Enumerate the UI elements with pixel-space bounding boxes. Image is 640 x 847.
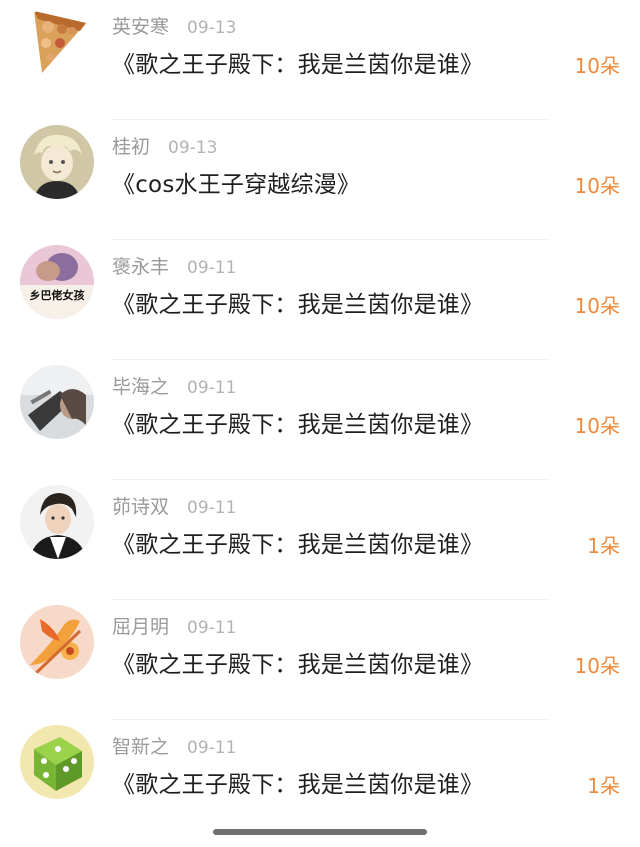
gift-amount: 10朵	[574, 654, 620, 678]
user-name[interactable]: 茆诗双	[112, 496, 169, 518]
item-date: 09-11	[187, 258, 237, 278]
list-item[interactable]: 屈月明 09-11 《歌之王子殿下：我是兰茵你是谁》 10朵	[0, 600, 640, 720]
home-indicator[interactable]	[213, 829, 427, 835]
user-name[interactable]: 英安寒	[112, 16, 169, 38]
item-meta: 桂初 09-13	[112, 132, 217, 159]
book-title[interactable]: 《歌之王子殿下：我是兰茵你是谁》	[112, 405, 483, 439]
gift-amount: 10朵	[574, 174, 620, 198]
item-meta: 褒永丰 09-11	[112, 252, 236, 279]
book-title[interactable]: 《歌之王子殿下：我是兰茵你是谁》	[112, 45, 483, 79]
user-name[interactable]: 屈月明	[112, 616, 169, 638]
item-meta: 智新之 09-11	[112, 732, 236, 759]
idol-boy-avatar[interactable]	[20, 485, 94, 559]
item-date: 09-13	[168, 138, 218, 158]
item-date: 09-11	[187, 498, 237, 518]
list-item[interactable]: 英安寒 09-13 《歌之王子殿下：我是兰茵你是谁》 10朵	[0, 0, 640, 120]
gift-record-list: 英安寒 09-13 《歌之王子殿下：我是兰茵你是谁》 10朵 桂初 09-13 《c…	[0, 0, 640, 840]
meme-girl-avatar[interactable]: 乡巴佬女孩	[20, 245, 94, 319]
item-meta: 茆诗双 09-11	[112, 492, 236, 519]
list-item[interactable]: 桂初 09-13 《cos水王子穿越综漫》 10朵	[0, 120, 640, 240]
gift-amount: 10朵	[574, 414, 620, 438]
avatar-caption: 乡巴佬女孩	[30, 288, 85, 302]
book-title[interactable]: 《cos水王子穿越综漫》	[112, 165, 360, 199]
user-name[interactable]: 褒永丰	[112, 256, 169, 278]
item-date: 09-13	[187, 18, 237, 38]
orange-flower-avatar[interactable]	[20, 605, 94, 679]
item-date: 09-11	[187, 618, 237, 638]
user-name[interactable]: 毕海之	[112, 376, 169, 398]
item-date: 09-11	[187, 738, 237, 758]
item-meta: 毕海之 09-11	[112, 372, 236, 399]
list-item[interactable]: 毕海之 09-11 《歌之王子殿下：我是兰茵你是谁》 10朵	[0, 360, 640, 480]
book-title[interactable]: 《歌之王子殿下：我是兰茵你是谁》	[112, 285, 483, 319]
book-title[interactable]: 《歌之王子殿下：我是兰茵你是谁》	[112, 765, 483, 799]
gift-amount: 10朵	[574, 294, 620, 318]
item-date: 09-11	[187, 378, 237, 398]
list-item[interactable]: 乡巴佬女孩 褒永丰 09-11 《歌之王子殿下：我是兰茵你是谁》 10朵	[0, 240, 640, 360]
gift-amount: 1朵	[587, 534, 620, 558]
gift-amount: 1朵	[587, 774, 620, 798]
list-item[interactable]: 智新之 09-11 《歌之王子殿下：我是兰茵你是谁》 1朵	[0, 720, 640, 840]
user-name[interactable]: 智新之	[112, 736, 169, 758]
anime-boy-avatar[interactable]	[20, 125, 94, 199]
list-item[interactable]: 茆诗双 09-11 《歌之王子殿下：我是兰茵你是谁》 1朵	[0, 480, 640, 600]
item-meta: 屈月明 09-11	[112, 612, 236, 639]
user-name[interactable]: 桂初	[112, 136, 150, 158]
book-title[interactable]: 《歌之王子殿下：我是兰茵你是谁》	[112, 645, 483, 679]
book-title[interactable]: 《歌之王子殿下：我是兰茵你是谁》	[112, 525, 483, 559]
green-cube-avatar[interactable]	[20, 725, 94, 799]
pizza-collage-avatar[interactable]	[20, 5, 94, 79]
gray-photo-avatar[interactable]	[20, 365, 94, 439]
item-meta: 英安寒 09-13	[112, 12, 236, 39]
gift-amount: 10朵	[574, 54, 620, 78]
